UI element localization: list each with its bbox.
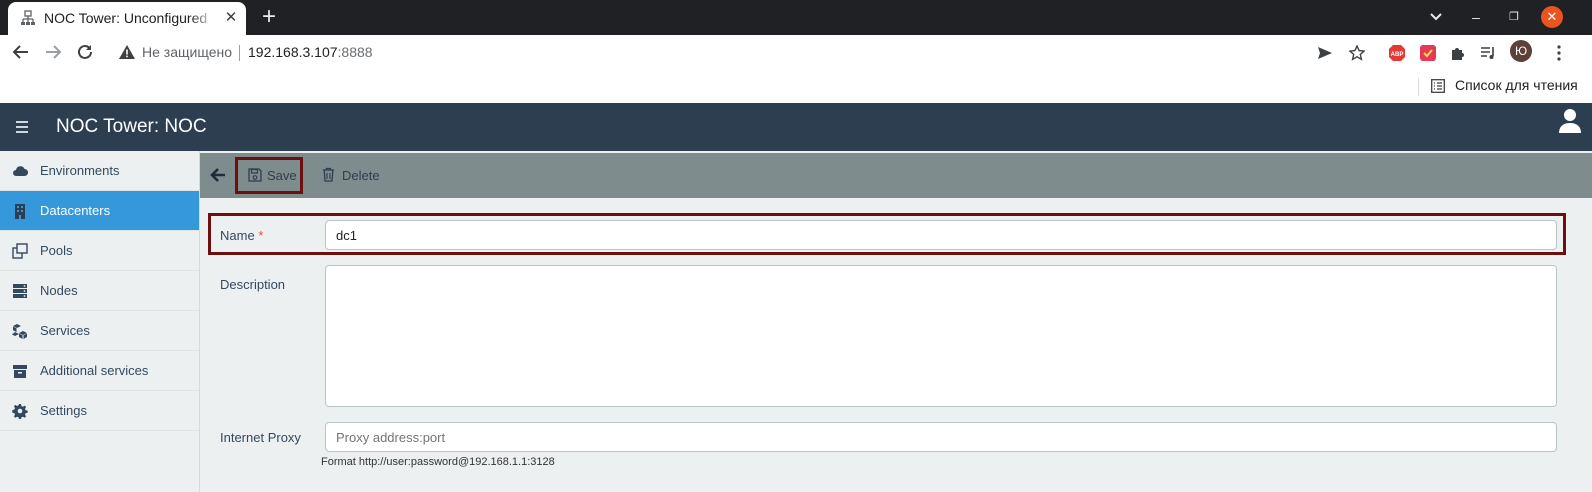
new-tab-button[interactable]: + (256, 4, 282, 30)
sidebar-item-label: Pools (40, 243, 73, 258)
required-mark: * (258, 228, 264, 243)
reload-icon[interactable] (72, 39, 98, 65)
sidebar-item-services[interactable]: Services (0, 311, 199, 351)
name-label-text: Name (220, 228, 255, 243)
form-toolbar: Save Delete (200, 153, 1592, 198)
gear-icon (12, 404, 28, 419)
address-bar[interactable]: Не защищено 192.168.3.107:8888 (108, 37, 1394, 68)
url-host: 192.168.3.107 (248, 44, 338, 60)
save-button[interactable]: Save (235, 157, 303, 194)
reading-list-icon (1431, 79, 1445, 93)
sidebar-item-label: Nodes (40, 283, 78, 298)
url-port: :8888 (337, 44, 373, 60)
sidebar-item-environments[interactable]: Environments (0, 151, 199, 191)
maximize-button[interactable]: ❐ (1502, 5, 1526, 29)
sidebar-item-nodes[interactable]: Nodes (0, 271, 199, 311)
description-label: Description (220, 277, 286, 292)
sidebar: Environments Datacenters Pools Nodes Ser… (0, 151, 200, 492)
back-arrow-icon[interactable] (8, 39, 34, 65)
sidebar-item-label: Environments (40, 163, 120, 178)
archive-icon (13, 365, 27, 378)
user-icon[interactable] (1558, 108, 1582, 134)
sidebar-item-settings[interactable]: Settings (0, 391, 199, 431)
internet-proxy-field[interactable] (325, 422, 1557, 452)
app-title: NOC Tower: NOC (56, 116, 207, 137)
name-label: Name * (220, 228, 263, 243)
send-icon[interactable] (1314, 42, 1336, 64)
server-icon (13, 284, 27, 298)
trash-icon (323, 167, 334, 182)
adblock-badge-text: ABP (1391, 52, 1404, 58)
floppy-disk-icon (248, 168, 262, 182)
proxy-format-hint: Format http://user:password@192.168.1.1:… (321, 456, 555, 468)
browser-tab[interactable]: NOC Tower: Unconfigured ✕ (8, 2, 246, 35)
minimize-button[interactable]: – (1464, 5, 1488, 29)
pools-icon (12, 243, 28, 259)
cloud-icon (13, 166, 28, 177)
bookmarks-divider (1418, 78, 1419, 96)
reading-list-button[interactable]: Список для чтения (1455, 77, 1578, 93)
save-label: Save (267, 168, 297, 183)
tab-search-icon[interactable] (1424, 5, 1448, 29)
browser-toolbar: Не защищено 192.168.3.107:8888 ABP Ю (0, 35, 1592, 70)
forward-arrow-icon[interactable] (40, 39, 66, 65)
sidebar-item-pools[interactable]: Pools (0, 231, 199, 271)
kebab-menu-icon[interactable] (1548, 42, 1570, 64)
warning-icon (119, 45, 135, 59)
main-content: Save Delete Name * Description Internet … (200, 151, 1592, 492)
url-text[interactable]: 192.168.3.107:8888 (248, 44, 373, 60)
close-window-button[interactable]: ✕ (1541, 6, 1563, 28)
tab-close-icon[interactable]: ✕ (222, 9, 240, 27)
puzzle-icon[interactable] (1447, 42, 1469, 64)
internet-proxy-label: Internet Proxy (220, 430, 301, 445)
star-icon[interactable] (1346, 42, 1368, 64)
back-arrow-icon[interactable] (210, 167, 226, 183)
name-field[interactable] (325, 220, 1557, 250)
delete-button[interactable]: Delete (322, 166, 392, 186)
profile-avatar[interactable]: Ю (1510, 40, 1532, 62)
app-header: NOC Tower: NOC (0, 103, 1592, 151)
cubes-icon (12, 324, 27, 339)
delete-label: Delete (342, 168, 380, 183)
hamburger-menu-icon[interactable] (16, 121, 28, 133)
building-icon (15, 204, 25, 219)
omnibox-divider (239, 45, 240, 61)
sidebar-item-label: Services (40, 323, 90, 338)
sidebar-item-datacenters[interactable]: Datacenters (0, 191, 199, 231)
sidebar-item-additional-services[interactable]: Additional services (0, 351, 199, 391)
bookmarks-bar: Список для чтения (0, 70, 1592, 103)
extension-colorful-icon[interactable] (1417, 42, 1439, 64)
description-field[interactable] (325, 265, 1557, 407)
sidebar-item-label: Additional services (40, 363, 149, 378)
adblock-icon[interactable]: ABP (1386, 42, 1408, 64)
sidebar-item-label: Settings (40, 403, 87, 418)
not-secure-label: Не защищено (142, 44, 232, 60)
sidebar-item-label: Datacenters (40, 203, 111, 218)
tab-title: NOC Tower: Unconfigured (44, 10, 208, 26)
network-favicon-icon (21, 10, 35, 25)
media-queue-icon[interactable] (1477, 42, 1499, 64)
browser-tabstrip: NOC Tower: Unconfigured ✕ + – ❐ ✕ (0, 0, 1592, 35)
